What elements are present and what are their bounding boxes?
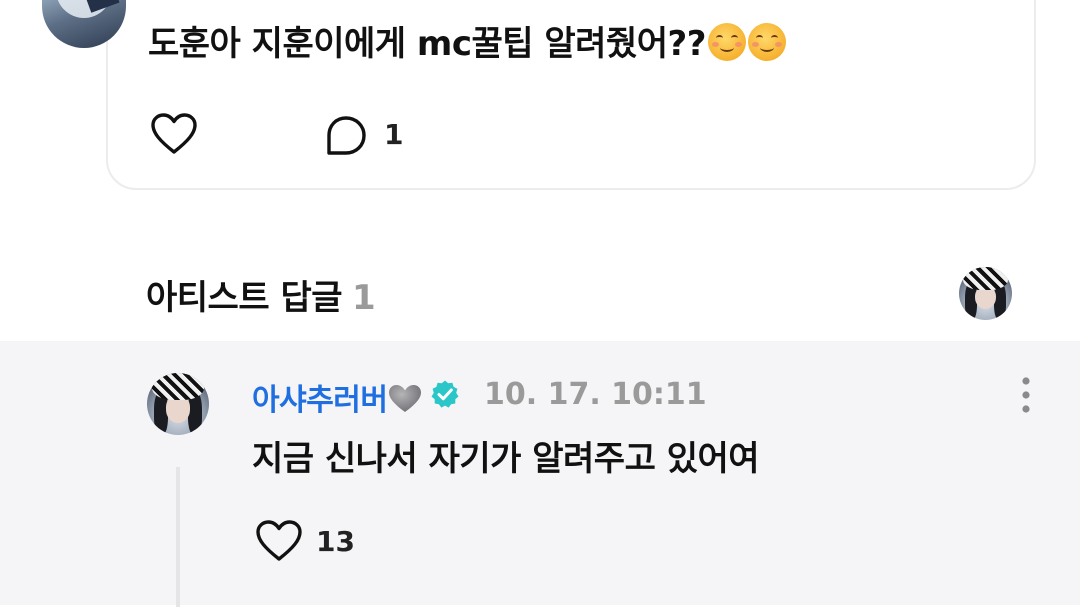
reply-timestamp: 10. 17. 10:11	[484, 377, 707, 412]
artist-avatar[interactable]	[959, 267, 1012, 320]
post-text-body: 도훈아 지훈이에게 mc꿀팁 알려줬어??	[148, 24, 706, 64]
grey-heart-icon	[388, 385, 421, 412]
verified-badge-icon	[431, 380, 459, 408]
artist-replies-header: 아티스트 답글 1	[146, 270, 376, 319]
thread-line	[176, 467, 180, 607]
more-options-icon[interactable]	[1012, 375, 1040, 415]
section-count: 1	[352, 278, 376, 318]
reply-text: 지금 신나서 자기가 알려주고 있어여	[252, 439, 760, 479]
reply-author-name[interactable]: 아샤추러버	[252, 375, 422, 419]
section-title: 아티스트 답글	[146, 278, 343, 318]
smiling-face-icon	[747, 23, 786, 61]
heart-icon[interactable]	[150, 112, 198, 156]
like-count: 13	[316, 525, 355, 558]
comment-count: 1	[384, 118, 404, 151]
author-name: 아샤추러버	[252, 383, 388, 418]
post-text: 도훈아 지훈이에게 mc꿀팁 알려줬어??	[148, 16, 786, 65]
heart-icon[interactable]	[255, 519, 303, 563]
reply-author-avatar[interactable]	[147, 373, 209, 435]
artist-reply: 아샤추러버 10. 17. 10:11 지금 신나서 자기가 알려주고 있어여 …	[0, 341, 1080, 607]
comment-icon[interactable]	[324, 114, 368, 158]
smiling-face-icon	[707, 23, 746, 61]
